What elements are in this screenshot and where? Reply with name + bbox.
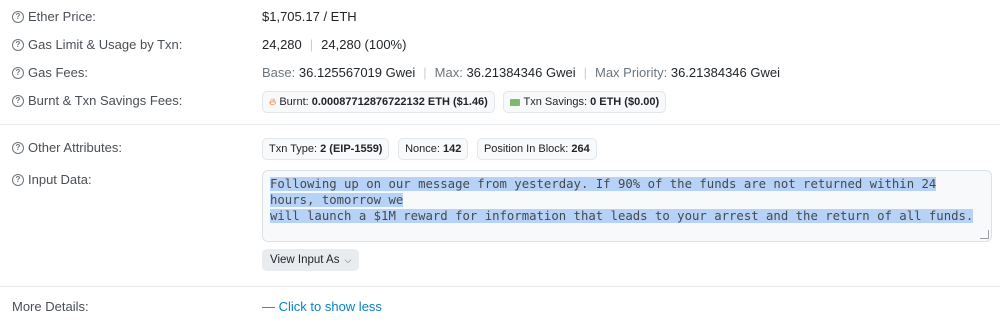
- gas-fees-value: Base: 36.125567019 Gwei | Max: 36.21384346…: [262, 65, 780, 80]
- savings-value: 0 ETH ($0.00): [590, 96, 660, 108]
- ether-price-value: $1,705.17 / ETH: [262, 9, 357, 24]
- burnt-savings-value: 🔥︎ Burnt: 0.00087712876722132 ETH ($1.46)…: [262, 91, 671, 113]
- view-input-as-label: View Input As: [270, 254, 340, 266]
- position-value: 264: [571, 143, 590, 155]
- txn-type-value: 2 (EIP-1559): [320, 143, 383, 155]
- nonce-badge: Nonce: 142: [398, 138, 469, 160]
- chevron-down-icon: ⌵: [344, 254, 352, 265]
- gas-limit: 24,280: [262, 37, 302, 52]
- view-input-as-button[interactable]: View Input As ⌵: [262, 249, 360, 271]
- help-circle-icon[interactable]: ?: [12, 10, 24, 23]
- base-fee-value: 36.125567019 Gwei: [298, 65, 416, 80]
- txn-type-label: Txn Type:: [269, 143, 318, 155]
- nonce-value: 142: [442, 143, 462, 155]
- max-priority-label: Max Priority:: [594, 65, 668, 80]
- burnt-savings-label: ? Burnt & Txn Savings Fees:: [12, 93, 182, 108]
- max-fee-value: 36.21384346 Gwei: [466, 65, 576, 80]
- input-data-label: ? Input Data:: [12, 172, 92, 187]
- input-data-label-text: Input Data:: [28, 172, 92, 187]
- section-divider: [0, 124, 1000, 125]
- input-data-line-2: will launch a $1M reward for information…: [270, 209, 974, 223]
- other-attributes-label: ? Other Attributes:: [12, 140, 122, 155]
- money-icon: [510, 98, 521, 106]
- other-attributes-value: Txn Type: 2 (EIP-1559) Nonce: 142 Position…: [262, 138, 602, 160]
- position-label: Position In Block:: [483, 143, 569, 155]
- position-badge: Position In Block: 264: [476, 138, 597, 160]
- burnt-savings-label-text: Burnt & Txn Savings Fees:: [28, 93, 183, 108]
- burnt-value: 0.00087712876722132 ETH ($1.46): [311, 96, 488, 108]
- help-circle-icon[interactable]: ?: [12, 94, 24, 107]
- help-circle-icon[interactable]: ?: [12, 141, 24, 154]
- help-circle-icon[interactable]: ?: [12, 173, 24, 186]
- max-priority-value: 36.21384346 Gwei: [670, 65, 780, 80]
- savings-badge: Txn Savings: 0 ETH ($0.00): [503, 91, 667, 113]
- txn-type-badge: Txn Type: 2 (EIP-1559): [262, 138, 390, 160]
- gas-usage: 24,280 (100%): [321, 37, 407, 52]
- gas-fees-label: ? Gas Fees:: [12, 65, 88, 80]
- base-fee-label: Base:: [262, 65, 296, 80]
- separator: |: [423, 65, 427, 80]
- show-less-link[interactable]: — Click to show less: [262, 299, 382, 314]
- nonce-label: Nonce:: [405, 143, 440, 155]
- help-circle-icon[interactable]: ?: [12, 38, 24, 51]
- other-attributes-label-text: Other Attributes:: [28, 140, 122, 155]
- separator: |: [583, 65, 587, 80]
- gas-fees-label-text: Gas Fees:: [28, 65, 88, 80]
- input-data-textarea[interactable]: Following up on our message from yesterd…: [262, 170, 992, 242]
- gas-limit-label: ? Gas Limit & Usage by Txn:: [12, 37, 182, 52]
- resize-handle-icon[interactable]: [980, 230, 989, 239]
- more-details-label: More Details:: [12, 299, 89, 314]
- separator: |: [309, 37, 314, 52]
- burnt-badge: 🔥︎ Burnt: 0.00087712876722132 ETH ($1.46): [262, 91, 495, 113]
- fire-icon: 🔥︎: [269, 96, 277, 108]
- ether-price-label: ? Ether Price:: [12, 9, 96, 24]
- gas-limit-label-text: Gas Limit & Usage by Txn:: [28, 37, 183, 52]
- gas-limit-value: 24,280 | 24,280 (100%): [262, 37, 406, 52]
- section-divider: [0, 286, 1000, 287]
- max-fee-label: Max:: [434, 65, 463, 80]
- savings-label: Txn Savings:: [523, 96, 588, 108]
- help-circle-icon[interactable]: ?: [12, 66, 24, 79]
- input-data-line-1: Following up on our message from yesterd…: [270, 177, 937, 207]
- burnt-label: Burnt:: [279, 96, 309, 108]
- ether-price-label-text: Ether Price:: [28, 9, 96, 24]
